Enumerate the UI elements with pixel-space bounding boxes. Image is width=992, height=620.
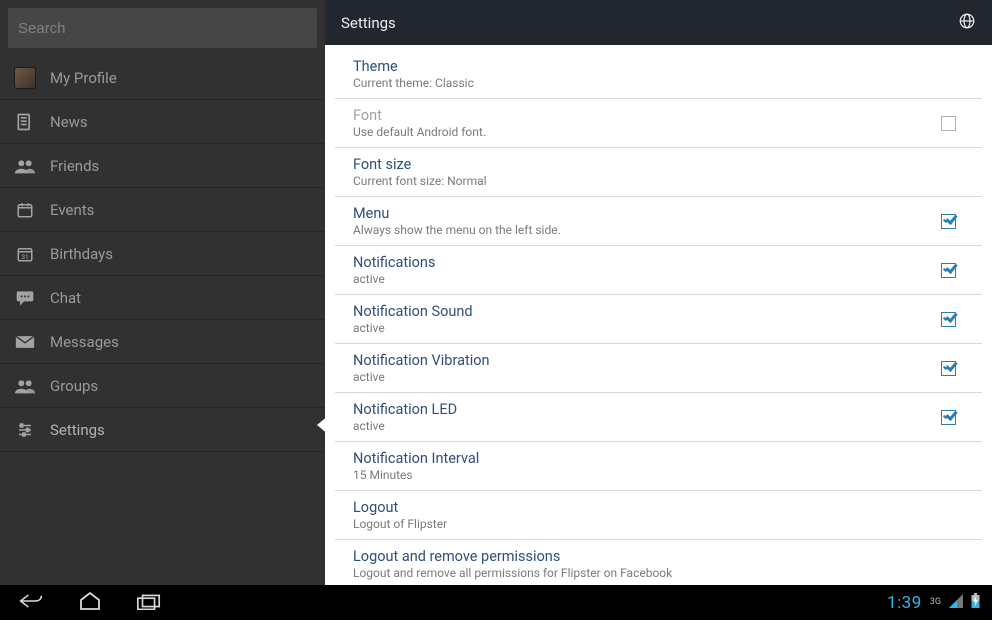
nav-right: 1:39 3G xyxy=(887,593,980,613)
search-box[interactable] xyxy=(8,8,317,48)
calendar-icon xyxy=(14,199,36,221)
setting-title: Notification Sound xyxy=(353,303,941,320)
setting-subtitle: Current font size: Normal xyxy=(353,174,964,188)
checkbox[interactable] xyxy=(941,116,956,131)
setting-subtitle: Use default Android font. xyxy=(353,125,941,139)
setting-notification-sound[interactable]: Notification Sound active xyxy=(335,295,982,344)
sidebar-item-settings[interactable]: Settings xyxy=(0,408,325,452)
sidebar-item-label: My Profile xyxy=(50,69,117,87)
sidebar-item-news[interactable]: News xyxy=(0,100,325,144)
status-signal: 3G xyxy=(930,598,941,607)
sidebar-item-label: Chat xyxy=(50,289,81,307)
setting-theme[interactable]: Theme Current theme: Classic xyxy=(335,50,982,99)
nav-left xyxy=(12,591,162,615)
checkbox[interactable] xyxy=(941,263,956,278)
status-clock: 1:39 xyxy=(887,593,922,613)
setting-title: Notifications xyxy=(353,254,941,271)
main-header: Settings xyxy=(325,0,992,45)
checkbox[interactable] xyxy=(941,410,956,425)
checkbox[interactable] xyxy=(941,312,956,327)
globe-icon[interactable] xyxy=(958,12,976,34)
sidebar-item-events[interactable]: Events xyxy=(0,188,325,232)
news-icon xyxy=(14,111,36,133)
svg-text:31: 31 xyxy=(21,252,29,260)
setting-notification-vibration[interactable]: Notification Vibration active xyxy=(335,344,982,393)
setting-logout-remove[interactable]: Logout and remove permissions Logout and… xyxy=(335,540,982,585)
setting-title: Logout xyxy=(353,499,964,516)
checkbox[interactable] xyxy=(941,214,956,229)
sidebar-item-label: Events xyxy=(50,201,94,219)
setting-title: Menu xyxy=(353,205,941,222)
mail-icon xyxy=(14,331,36,353)
setting-subtitle: Always show the menu on the left side. xyxy=(353,223,941,237)
birthday-icon: 31 xyxy=(14,243,36,265)
setting-subtitle: active xyxy=(353,321,941,335)
sidebar-item-label: Friends xyxy=(50,157,99,175)
active-pointer-icon xyxy=(317,415,329,435)
friends-icon xyxy=(14,155,36,177)
home-icon[interactable] xyxy=(78,591,102,615)
sidebar-item-birthdays[interactable]: 31 Birthdays xyxy=(0,232,325,276)
sidebar-item-groups[interactable]: Groups xyxy=(0,364,325,408)
settings-icon xyxy=(14,419,36,441)
setting-notification-interval[interactable]: Notification Interval 15 Minutes xyxy=(335,442,982,491)
setting-title: Font size xyxy=(353,156,964,173)
setting-subtitle: active xyxy=(353,272,941,286)
setting-subtitle: Logout and remove all permissions for Fl… xyxy=(353,566,964,580)
sidebar-item-chat[interactable]: Chat xyxy=(0,276,325,320)
chat-icon xyxy=(14,287,36,309)
recent-apps-icon[interactable] xyxy=(136,592,162,614)
setting-subtitle: Current theme: Classic xyxy=(353,76,964,90)
setting-notification-led[interactable]: Notification LED active xyxy=(335,393,982,442)
sidebar-item-label: Groups xyxy=(50,377,98,395)
sidebar-item-label: Messages xyxy=(50,333,119,351)
sidebar: My Profile News Friends Events 31 Birthd… xyxy=(0,0,325,585)
main-panel: Settings Theme Current theme: Classic Fo… xyxy=(325,0,992,585)
android-navbar: 1:39 3G xyxy=(0,585,992,620)
sidebar-item-profile[interactable]: My Profile xyxy=(0,56,325,100)
setting-title: Font xyxy=(353,107,941,124)
search-input[interactable] xyxy=(18,20,307,37)
sidebar-item-label: Birthdays xyxy=(50,245,113,263)
settings-list[interactable]: Theme Current theme: Classic Font Use de… xyxy=(325,45,992,585)
setting-font[interactable]: Font Use default Android font. xyxy=(335,99,982,148)
signal-bars-icon xyxy=(949,593,963,612)
setting-title: Theme xyxy=(353,58,964,75)
setting-subtitle: active xyxy=(353,419,941,433)
setting-title: Notification Vibration xyxy=(353,352,941,369)
setting-title: Notification LED xyxy=(353,401,941,418)
setting-subtitle: active xyxy=(353,370,941,384)
setting-font-size[interactable]: Font size Current font size: Normal xyxy=(335,148,982,197)
setting-subtitle: 15 Minutes xyxy=(353,468,964,482)
back-icon[interactable] xyxy=(18,591,44,615)
groups-icon xyxy=(14,375,36,397)
sidebar-item-friends[interactable]: Friends xyxy=(0,144,325,188)
setting-title: Notification Interval xyxy=(353,450,964,467)
sidebar-item-label: Settings xyxy=(50,421,105,439)
checkbox[interactable] xyxy=(941,361,956,376)
setting-menu[interactable]: Menu Always show the menu on the left si… xyxy=(335,197,982,246)
app-frame: My Profile News Friends Events 31 Birthd… xyxy=(0,0,992,585)
page-title: Settings xyxy=(341,14,396,32)
setting-title: Logout and remove permissions xyxy=(353,548,964,565)
battery-icon xyxy=(971,593,980,612)
sidebar-item-messages[interactable]: Messages xyxy=(0,320,325,364)
setting-subtitle: Logout of Flipster xyxy=(353,517,964,531)
avatar-icon xyxy=(14,67,36,89)
setting-logout[interactable]: Logout Logout of Flipster xyxy=(335,491,982,540)
sidebar-item-label: News xyxy=(50,113,88,131)
setting-notifications[interactable]: Notifications active xyxy=(335,246,982,295)
